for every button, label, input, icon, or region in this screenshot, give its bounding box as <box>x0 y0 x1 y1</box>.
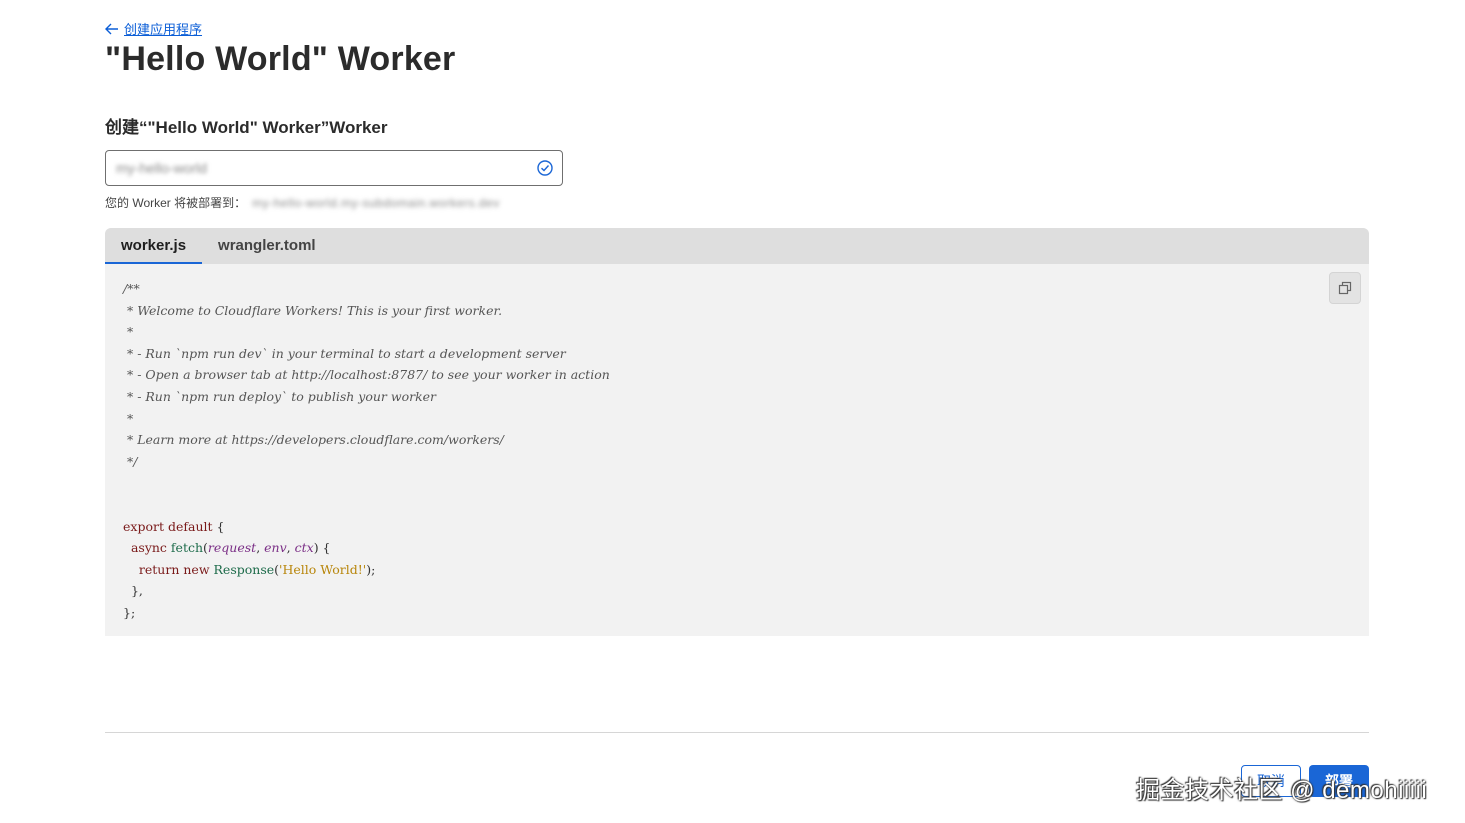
code-content[interactable]: /** * Welcome to Cloudflare Workers! Thi… <box>105 264 1369 636</box>
editor-tab-bar: worker.js wrangler.toml <box>105 228 1369 264</box>
code-keyword: new <box>183 561 210 577</box>
code-function: fetch <box>170 540 204 556</box>
footer-divider <box>105 732 1369 733</box>
copy-code-button[interactable] <box>1329 272 1361 304</box>
section-title: 创建“"Hello World" Worker”Worker <box>105 118 388 137</box>
deploy-hint-label: 您的 Worker 将被部署到： <box>105 196 247 210</box>
code-editor: worker.js wrangler.toml /** * Welcome to… <box>105 228 1369 636</box>
tab-worker-js[interactable]: worker.js <box>105 228 203 264</box>
code-string: 'Hello World!' <box>279 561 367 577</box>
code-param: request <box>207 540 257 556</box>
arrow-left-icon <box>105 23 118 34</box>
worker-name-input[interactable] <box>114 159 536 177</box>
code-param: ctx <box>294 540 314 556</box>
back-link-label: 创建应用程序 <box>124 22 203 37</box>
code-function: Response <box>213 561 275 577</box>
copy-icon <box>1338 281 1352 295</box>
code-param: env <box>264 540 287 556</box>
code-comment-line: * - Open a browser tab at http://localho… <box>123 367 610 383</box>
code-comment-line: * Welcome to Cloudflare Workers! This is… <box>123 302 503 318</box>
code-comment-line: * <box>123 410 134 426</box>
worker-name-field[interactable] <box>105 150 563 186</box>
code-keyword: async <box>130 540 167 556</box>
back-link[interactable]: 创建应用程序 <box>105 19 202 38</box>
tab-wrangler-toml[interactable]: wrangler.toml <box>202 228 332 264</box>
code-keyword: return <box>138 561 180 577</box>
code-punct: }; <box>123 604 136 620</box>
code-comment-line: */ <box>123 453 138 469</box>
watermark: 掘金技术社区 @ demohiiiii <box>1136 777 1428 804</box>
code-comment-line: * Learn more at https://developers.cloud… <box>123 432 504 448</box>
code-comment-line: * <box>123 324 134 340</box>
code-comment-line: * - Run `npm run dev` in your terminal t… <box>123 345 566 361</box>
deploy-hint: 您的 Worker 将被部署到： my-hello-world.my-subdo… <box>105 194 500 211</box>
check-circle-icon <box>537 160 553 176</box>
code-comment-line: * - Run `npm run deploy` to publish your… <box>123 388 437 404</box>
code-punct: { <box>212 518 225 534</box>
code-keyword: default <box>167 518 213 534</box>
code-keyword: export <box>123 518 164 534</box>
code-comment-line: /** <box>123 281 140 296</box>
code-punct: }, <box>130 583 143 599</box>
deploy-url: my-hello-world.my-subdomain.workers.dev <box>252 195 500 210</box>
page-title: "Hello World" Worker <box>105 40 456 78</box>
